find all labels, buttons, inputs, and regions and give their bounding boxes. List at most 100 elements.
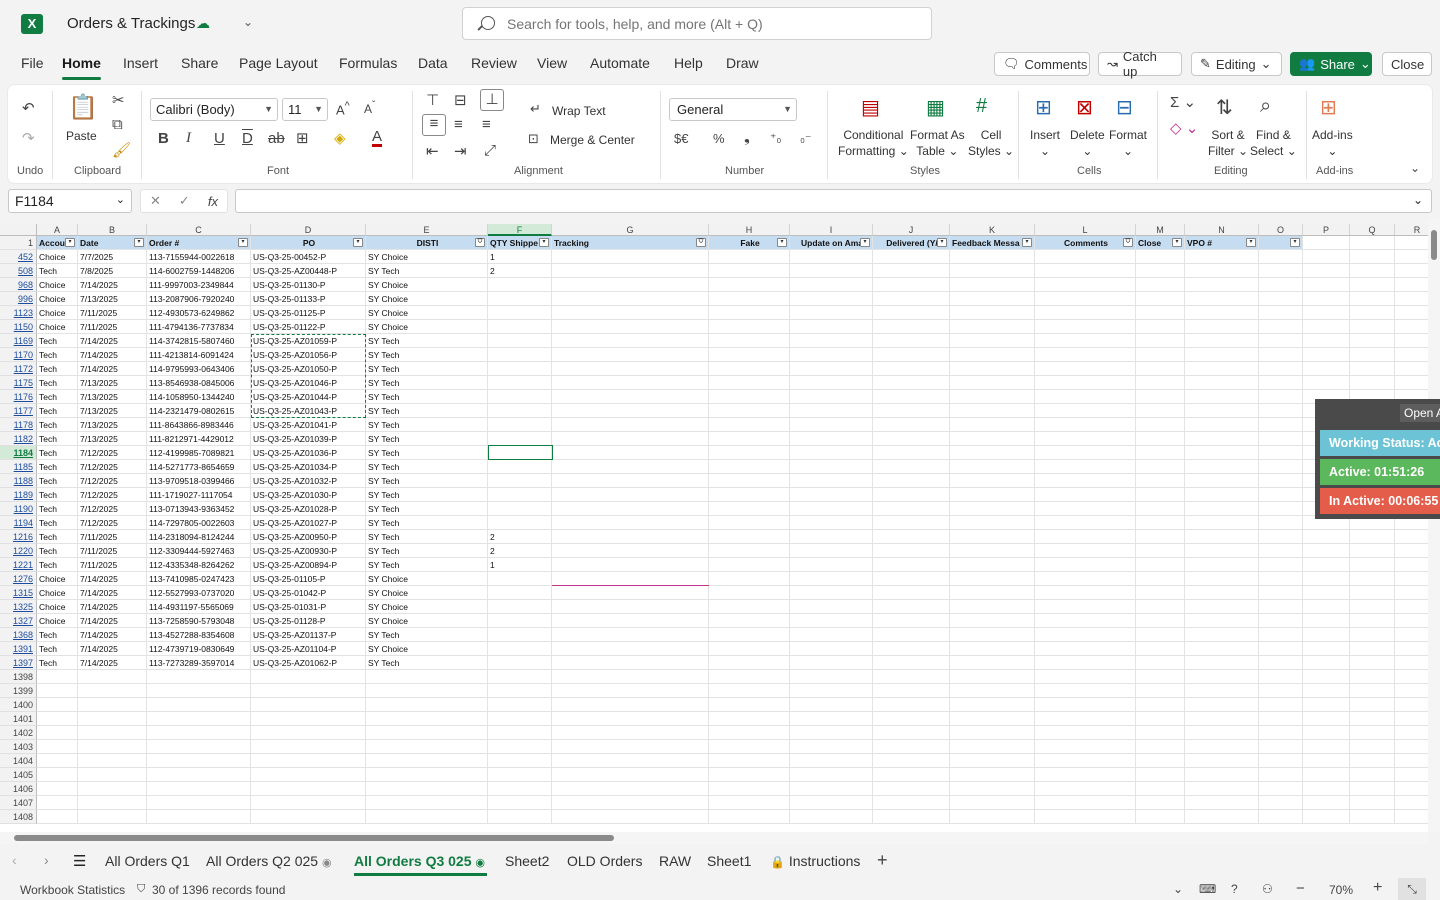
row-header[interactable]: 1 bbox=[0, 236, 37, 250]
table-cell[interactable] bbox=[488, 390, 552, 404]
feedback-icon[interactable]: ⚇ bbox=[1262, 882, 1273, 896]
table-cell[interactable]: US-Q3-25-01128-P bbox=[251, 614, 366, 628]
horizontal-scrollbar[interactable] bbox=[0, 832, 1428, 844]
table-cell[interactable]: 112-5527993-0737020 bbox=[147, 586, 251, 600]
row-header[interactable]: 1407 bbox=[0, 796, 37, 810]
table-cell[interactable] bbox=[1395, 334, 1428, 348]
table-cell[interactable] bbox=[1035, 768, 1136, 782]
sheet-tab[interactable]: 🔒 Instructions bbox=[770, 853, 860, 869]
table-cell[interactable] bbox=[552, 558, 709, 572]
row-header[interactable]: 1182 bbox=[0, 432, 37, 446]
table-cell[interactable]: SY Tech bbox=[366, 544, 488, 558]
insert-cells-button[interactable]: Insert ⌄ bbox=[1030, 127, 1060, 159]
table-cell[interactable] bbox=[1035, 810, 1136, 824]
table-cell[interactable] bbox=[37, 796, 78, 810]
table-cell[interactable] bbox=[1350, 614, 1395, 628]
table-cell[interactable] bbox=[709, 516, 790, 530]
table-cell[interactable] bbox=[1136, 782, 1185, 796]
filter-dropdown-icon[interactable]: ⛉ bbox=[475, 238, 485, 247]
table-cell[interactable]: SY Tech bbox=[366, 516, 488, 530]
table-cell[interactable]: Tech bbox=[37, 418, 78, 432]
table-cell[interactable] bbox=[1136, 642, 1185, 656]
table-cell[interactable] bbox=[552, 320, 709, 334]
menu-formulas[interactable]: Formulas bbox=[339, 55, 397, 71]
table-cell[interactable] bbox=[366, 810, 488, 824]
table-cell[interactable] bbox=[873, 782, 950, 796]
table-cell[interactable] bbox=[552, 642, 709, 656]
table-cell[interactable] bbox=[1259, 250, 1303, 264]
table-cell[interactable] bbox=[1259, 320, 1303, 334]
font-color-icon[interactable]: A bbox=[372, 129, 383, 147]
table-cell[interactable] bbox=[1350, 334, 1395, 348]
table-cell[interactable] bbox=[1350, 656, 1395, 670]
table-cell[interactable] bbox=[147, 684, 251, 698]
table-cell[interactable] bbox=[488, 740, 552, 754]
table-cell[interactable]: 114-5271773-8654659 bbox=[147, 460, 251, 474]
formula-input[interactable]: ⌄ bbox=[235, 189, 1432, 213]
table-cell[interactable]: 113-7258590-5793048 bbox=[147, 614, 251, 628]
table-cell[interactable] bbox=[709, 264, 790, 278]
table-cell[interactable] bbox=[790, 740, 873, 754]
table-cell[interactable]: US-Q3-25-AZ01104-P bbox=[251, 642, 366, 656]
table-cell[interactable] bbox=[1350, 726, 1395, 740]
table-cell[interactable] bbox=[1035, 306, 1136, 320]
table-cell[interactable]: Choice bbox=[37, 292, 78, 306]
zoom-in-icon[interactable]: + bbox=[1373, 879, 1382, 897]
table-cell[interactable] bbox=[1185, 628, 1259, 642]
undo-icon[interactable]: ↶ bbox=[22, 99, 35, 117]
table-cell[interactable] bbox=[1136, 250, 1185, 264]
table-cell[interactable] bbox=[1303, 376, 1350, 390]
table-cell[interactable] bbox=[488, 614, 552, 628]
row-header[interactable]: 1399 bbox=[0, 684, 37, 698]
table-cell[interactable] bbox=[552, 250, 709, 264]
menu-file[interactable]: File bbox=[21, 55, 44, 71]
table-cell[interactable] bbox=[488, 320, 552, 334]
table-cell[interactable] bbox=[488, 432, 552, 446]
table-cell[interactable] bbox=[1395, 376, 1428, 390]
table-cell[interactable] bbox=[1035, 264, 1136, 278]
table-cell[interactable]: Tech bbox=[37, 474, 78, 488]
table-cell[interactable] bbox=[1395, 810, 1428, 824]
table-cell[interactable] bbox=[552, 278, 709, 292]
table-cell[interactable] bbox=[1185, 306, 1259, 320]
search-box[interactable] bbox=[462, 7, 932, 40]
borders-icon[interactable]: ⊞ bbox=[296, 129, 309, 147]
table-cell[interactable] bbox=[488, 460, 552, 474]
table-cell[interactable]: Tech bbox=[37, 656, 78, 670]
table-cell[interactable] bbox=[1136, 376, 1185, 390]
table-cell[interactable] bbox=[709, 530, 790, 544]
double-underline-icon[interactable]: D bbox=[242, 130, 253, 147]
table-cell[interactable] bbox=[37, 698, 78, 712]
zoom-out-icon[interactable]: − bbox=[1296, 880, 1305, 897]
table-cell[interactable] bbox=[1035, 348, 1136, 362]
table-cell[interactable]: 111-1719027-1117054 bbox=[147, 488, 251, 502]
table-cell[interactable]: US-Q3-25-AZ01027-P bbox=[251, 516, 366, 530]
table-cell[interactable] bbox=[488, 348, 552, 362]
table-cell[interactable] bbox=[1035, 782, 1136, 796]
table-cell[interactable] bbox=[1136, 740, 1185, 754]
table-cell[interactable]: 113-7155944-0022618 bbox=[147, 250, 251, 264]
table-cell[interactable] bbox=[1303, 250, 1350, 264]
table-cell[interactable] bbox=[552, 460, 709, 474]
table-cell[interactable] bbox=[790, 684, 873, 698]
table-header-cell[interactable]: DISTI ⛉ bbox=[366, 236, 488, 250]
row-header[interactable]: 1185 bbox=[0, 460, 37, 474]
table-cell[interactable] bbox=[709, 698, 790, 712]
decrease-font-icon[interactable]: Aˇ bbox=[364, 100, 375, 116]
table-cell[interactable] bbox=[552, 572, 709, 586]
table-cell[interactable] bbox=[366, 768, 488, 782]
table-cell[interactable] bbox=[1303, 810, 1350, 824]
table-cell[interactable] bbox=[1136, 544, 1185, 558]
increase-font-icon[interactable]: A^ bbox=[336, 100, 350, 117]
table-cell[interactable] bbox=[790, 544, 873, 558]
table-cell[interactable]: 7/12/2025 bbox=[78, 446, 147, 460]
table-cell[interactable] bbox=[790, 488, 873, 502]
sheet-tab[interactable]: Sheet1 bbox=[707, 853, 751, 869]
table-cell[interactable]: 1 bbox=[488, 558, 552, 572]
table-cell[interactable] bbox=[1035, 362, 1136, 376]
table-cell[interactable] bbox=[488, 306, 552, 320]
table-cell[interactable] bbox=[552, 698, 709, 712]
table-cell[interactable]: 114-1058950-1344240 bbox=[147, 390, 251, 404]
redo-icon[interactable]: ↷ bbox=[22, 129, 35, 147]
table-cell[interactable] bbox=[1185, 600, 1259, 614]
